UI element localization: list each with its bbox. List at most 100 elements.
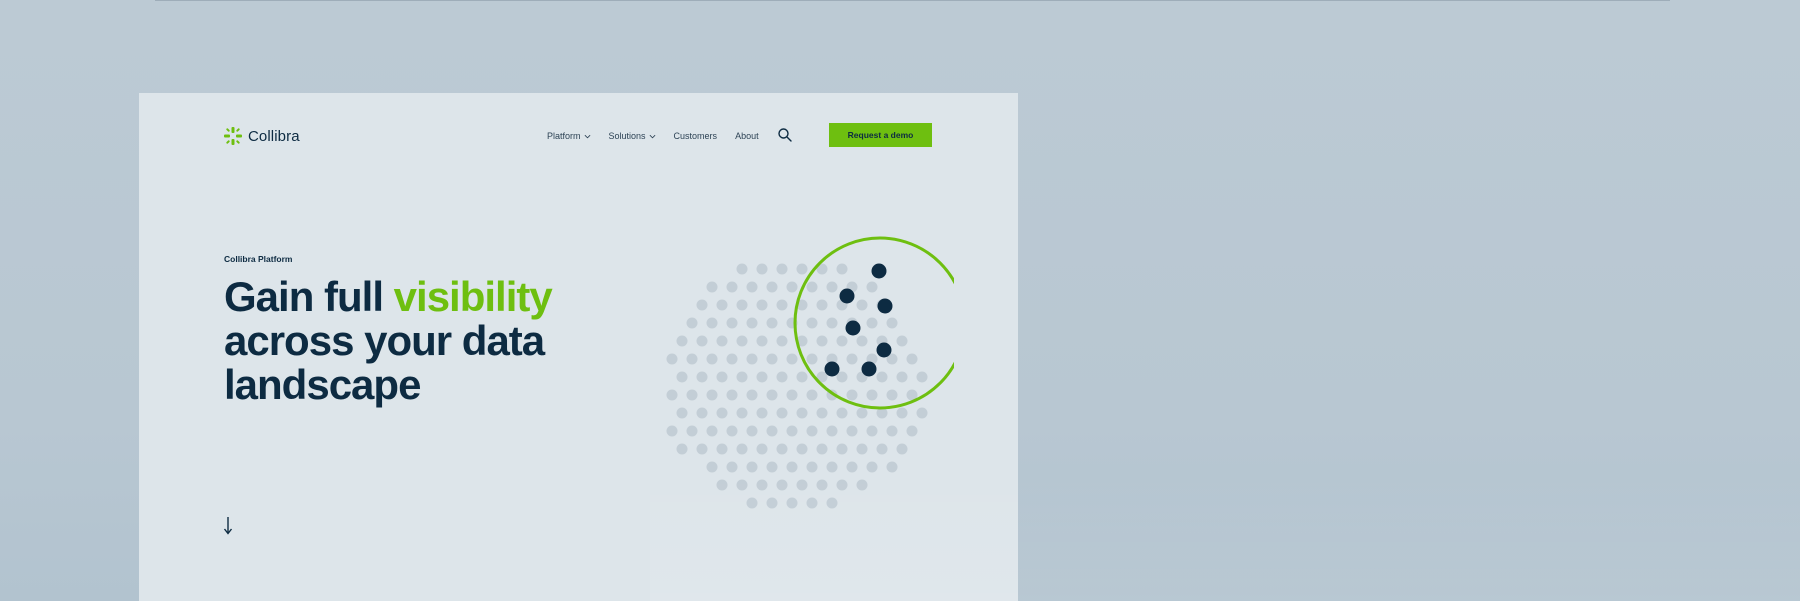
sphere-dot	[746, 353, 758, 365]
sphere-dot	[666, 425, 678, 437]
sphere-dot	[776, 263, 788, 275]
sphere-dot	[726, 317, 738, 329]
website-preview: Collibra Platform Solutions Customers Ab…	[139, 93, 1018, 601]
sphere-dot	[906, 425, 918, 437]
sphere-dot	[686, 425, 698, 437]
sphere-dot	[816, 407, 828, 419]
sphere-dot	[866, 389, 878, 401]
sphere-dot	[716, 335, 728, 347]
sphere-dot	[856, 299, 868, 311]
sphere-dot	[756, 335, 768, 347]
sphere-dot	[856, 443, 868, 455]
sphere-dot	[776, 299, 788, 311]
sphere-dot	[756, 371, 768, 383]
sphere-dot	[906, 353, 918, 365]
arrow-down-icon[interactable]	[222, 515, 234, 537]
sphere-dot	[766, 281, 778, 293]
sphere-dot	[746, 461, 758, 473]
nav-item-customers[interactable]: Customers	[674, 131, 718, 141]
sphere-dot	[856, 479, 868, 491]
sphere-dot	[696, 443, 708, 455]
sphere-dot	[816, 443, 828, 455]
highlighted-dot	[839, 288, 855, 304]
sphere-dot	[756, 479, 768, 491]
top-navigation: Collibra Platform Solutions Customers Ab…	[139, 93, 1018, 193]
sphere-dot	[886, 425, 898, 437]
sphere-dot	[676, 335, 688, 347]
sphere-dot	[706, 425, 718, 437]
headline-part1: Gain full	[224, 273, 394, 320]
sphere-dot	[776, 371, 788, 383]
sphere-dot	[736, 335, 748, 347]
sphere-dot	[686, 317, 698, 329]
sphere-dot	[776, 335, 788, 347]
sphere-dot	[786, 497, 798, 509]
sphere-dot	[736, 479, 748, 491]
sphere-dot	[786, 425, 798, 437]
sphere-dot	[716, 299, 728, 311]
chevron-down-icon	[584, 134, 590, 138]
sphere-dot	[666, 389, 678, 401]
sphere-dot	[856, 335, 868, 347]
sphere-dot	[896, 335, 908, 347]
sphere-dot	[826, 497, 838, 509]
sphere-dot	[786, 461, 798, 473]
sphere-dot	[826, 317, 838, 329]
nav-item-label: About	[735, 131, 759, 141]
search-icon[interactable]	[777, 127, 793, 143]
sphere-dot	[716, 443, 728, 455]
sphere-dot	[866, 425, 878, 437]
sphere-dot	[736, 407, 748, 419]
top-edge-line	[155, 0, 1670, 1]
sphere-dot	[896, 371, 908, 383]
sphere-dot	[736, 371, 748, 383]
sphere-dot	[796, 371, 808, 383]
sphere-dot	[766, 389, 778, 401]
sphere-dot	[826, 461, 838, 473]
highlighted-dot	[824, 361, 840, 377]
logo[interactable]: Collibra	[224, 127, 300, 145]
highlighted-dot	[876, 342, 892, 358]
sphere-dot	[716, 371, 728, 383]
request-demo-button[interactable]: Request a demo	[829, 123, 932, 147]
sphere-dot	[726, 461, 738, 473]
sphere-dot	[706, 389, 718, 401]
sphere-dot	[726, 353, 738, 365]
sphere-dot	[706, 281, 718, 293]
collibra-logo-icon	[224, 127, 242, 145]
hero-headline: Gain full visibility across your data la…	[224, 275, 624, 407]
sphere-dot	[866, 461, 878, 473]
sphere-dot	[806, 389, 818, 401]
sphere-dot	[836, 443, 848, 455]
sphere-dot	[806, 497, 818, 509]
nav-item-solutions[interactable]: Solutions	[609, 131, 656, 141]
sphere-dot	[836, 407, 848, 419]
sphere-dot	[676, 371, 688, 383]
sphere-dot	[746, 317, 758, 329]
highlighted-dot	[845, 320, 861, 336]
sphere-dot	[746, 425, 758, 437]
sphere-dot	[706, 461, 718, 473]
sphere-dot	[796, 443, 808, 455]
sphere-dot	[836, 479, 848, 491]
sphere-dot	[806, 317, 818, 329]
highlighted-dot	[871, 263, 887, 279]
sphere-dot	[796, 263, 808, 275]
sphere-dot	[916, 407, 928, 419]
sphere-dot	[836, 335, 848, 347]
highlighted-dot	[877, 298, 893, 314]
sphere-dot	[746, 389, 758, 401]
sphere-dot	[786, 353, 798, 365]
sphere-dot	[886, 317, 898, 329]
sphere-dot	[786, 389, 798, 401]
sphere-dot	[766, 425, 778, 437]
chevron-down-icon	[649, 134, 655, 138]
sphere-dot	[846, 389, 858, 401]
nav-item-platform[interactable]: Platform	[547, 131, 591, 141]
sphere-dot	[746, 281, 758, 293]
sphere-dot	[876, 371, 888, 383]
sphere-dot	[916, 371, 928, 383]
sphere-dot	[726, 425, 738, 437]
sphere-dot	[806, 353, 818, 365]
nav-item-about[interactable]: About	[735, 131, 759, 141]
